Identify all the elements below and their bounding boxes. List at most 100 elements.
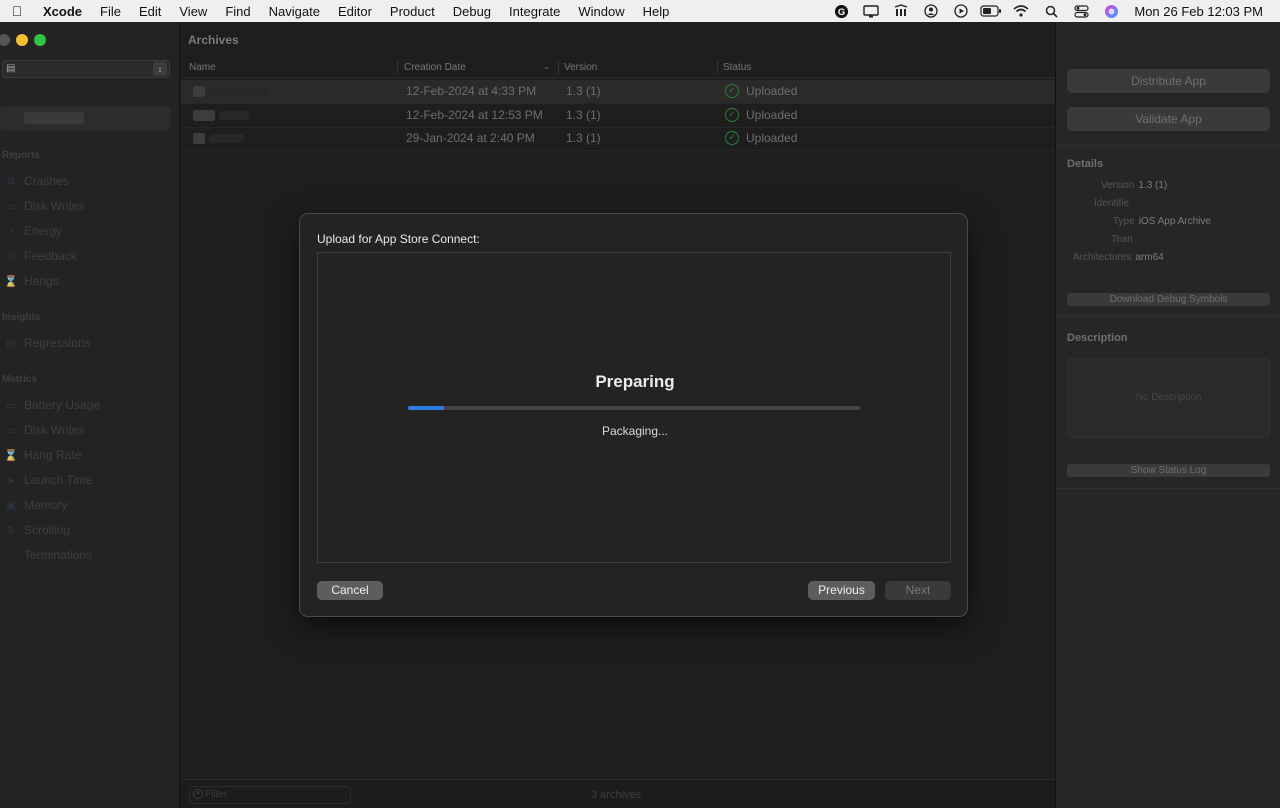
archive-icon: [193, 86, 205, 97]
sidebar-item-disk-writes[interactable]: ▭ Disk Writes: [4, 199, 85, 213]
menu-find[interactable]: Find: [216, 4, 259, 19]
row-divider: [181, 150, 1055, 151]
sidebar-item-memory[interactable]: ▣ Memory: [4, 498, 68, 512]
menu-product[interactable]: Product: [381, 4, 444, 19]
checkmark-circle-icon: ✓: [725, 84, 739, 98]
network-icon[interactable]: [886, 4, 916, 18]
display-icon[interactable]: [856, 4, 886, 18]
window-zoom-button[interactable]: [34, 34, 46, 46]
filter-input[interactable]: ≡ Filter: [189, 786, 351, 804]
column-divider: [717, 60, 718, 74]
document-icon: ▤: [6, 63, 16, 74]
sidebar: ▤ ↕ Reports ⚙ Crashes ▭ Disk Writes ⚡ Energ…: [0, 22, 180, 808]
menu-navigate[interactable]: Navigate: [260, 4, 329, 19]
divider: [1056, 145, 1280, 146]
detail-type: Type iOS App Archive: [1113, 216, 1211, 227]
page-title: Archives: [188, 33, 239, 47]
battery-icon[interactable]: [976, 5, 1006, 17]
table-row[interactable]: 12-Feb-2024 at 12:53 PM 1.3 (1) ✓ Upload…: [181, 104, 1055, 127]
cancel-button[interactable]: Cancel: [317, 581, 383, 600]
column-name[interactable]: Name: [189, 62, 216, 73]
sidebar-item-feedback[interactable]: ✉ Feedback: [4, 249, 76, 263]
detail-version: Version 1.3 (1): [1101, 180, 1168, 191]
sidebar-item-terminations[interactable]: ○ Terminations: [4, 548, 92, 562]
column-version[interactable]: Version: [564, 62, 597, 73]
description-box[interactable]: No Description: [1067, 358, 1270, 438]
disk-icon: ▭: [5, 201, 17, 213]
progress-fill: [408, 406, 445, 410]
sidebar-item-energy[interactable]: ⚡ Energy: [4, 224, 62, 238]
chart-icon: ▤: [5, 338, 17, 350]
crash-icon: ⚙: [6, 176, 16, 188]
previous-button[interactable]: Previous: [808, 581, 875, 600]
battery-icon: ▭: [5, 400, 17, 412]
user-icon[interactable]: [916, 4, 946, 18]
menu-xcode[interactable]: Xcode: [34, 4, 91, 19]
sidebar-item-hangs[interactable]: ⌛ Hangs: [4, 274, 59, 288]
detail-team: Tean: [1111, 234, 1133, 245]
sidebar-item-launch-time[interactable]: ➤ Launch Time: [4, 473, 92, 487]
row-version: 1.3 (1): [566, 108, 601, 122]
svg-text:G: G: [838, 6, 845, 16]
sidebar-section-insights: Insights: [2, 312, 41, 323]
progress-status: Packaging...: [601, 424, 669, 438]
next-button[interactable]: Next: [885, 581, 951, 600]
row-status: Uploaded: [746, 131, 798, 145]
redacted-app-name: [24, 112, 84, 124]
sidebar-item-crashes[interactable]: ⚙ Crashes: [4, 174, 69, 188]
dialog-title: Upload for App Store Connect:: [317, 232, 480, 246]
app-selector[interactable]: ▤ ↕: [2, 60, 170, 78]
column-creation-date[interactable]: Creation Date: [404, 62, 466, 73]
sidebar-item-archives[interactable]: [0, 106, 171, 130]
menu-edit[interactable]: Edit: [130, 4, 170, 19]
sort-chevron-icon[interactable]: ⌄: [543, 62, 550, 71]
preparing-heading: Preparing: [595, 372, 675, 391]
distribute-app-button[interactable]: Distribute App: [1067, 69, 1270, 93]
sidebar-item-metrics-disk-writes[interactable]: ▭ Disk Writes: [4, 423, 85, 437]
menu-debug[interactable]: Debug: [444, 4, 500, 19]
redacted-archive-name: [219, 111, 249, 120]
menu-clock[interactable]: Mon 26 Feb 12:03 PM: [1126, 4, 1280, 19]
menu-view[interactable]: View: [170, 4, 216, 19]
row-status: Uploaded: [746, 84, 798, 98]
menu-integrate[interactable]: Integrate: [500, 4, 569, 19]
energy-icon: ⚡: [7, 226, 15, 238]
control-center-icon[interactable]: [1066, 4, 1096, 18]
window-close-button[interactable]: [0, 34, 10, 46]
filter-placeholder: Filter: [205, 789, 228, 800]
sidebar-item-hang-rate[interactable]: ⌛ Hang Rate: [4, 448, 81, 462]
disk-icon: ▭: [5, 425, 17, 437]
window-minimize-button[interactable]: [16, 34, 28, 46]
validate-app-button[interactable]: Validate App: [1067, 107, 1270, 131]
archive-icon: [193, 110, 215, 121]
terminate-icon: ○: [7, 549, 15, 561]
sidebar-item-scrolling[interactable]: ⇅ Scrolling: [4, 523, 70, 537]
divider: [1056, 488, 1280, 489]
apple-menu-icon[interactable]: : [0, 3, 34, 19]
download-debug-symbols-button[interactable]: Download Debug Symbols: [1067, 293, 1270, 306]
row-version: 1.3 (1): [566, 84, 601, 98]
chevron-updown-icon[interactable]: ↕: [153, 62, 167, 76]
spotlight-search-icon[interactable]: [1036, 5, 1066, 18]
sidebar-section-metrics: Metrics: [2, 374, 38, 385]
menu-file[interactable]: File: [91, 4, 130, 19]
menu-help[interactable]: Help: [634, 4, 679, 19]
play-icon[interactable]: [946, 4, 976, 18]
row-date: 29-Jan-2024 at 2:40 PM: [406, 131, 535, 145]
checkmark-circle-icon: ✓: [725, 131, 739, 145]
redacted-archive-name: [209, 87, 269, 96]
wifi-icon[interactable]: [1006, 5, 1036, 17]
checkmark-circle-icon: ✓: [725, 108, 739, 122]
table-row[interactable]: 29-Jan-2024 at 2:40 PM 1.3 (1) ✓ Uploade…: [181, 127, 1055, 150]
table-row[interactable]: 12-Feb-2024 at 4:33 PM 1.3 (1) ✓ Uploade…: [181, 80, 1055, 103]
redacted-archive-name: [209, 134, 244, 143]
menu-window[interactable]: Window: [569, 4, 633, 19]
menu-editor[interactable]: Editor: [329, 4, 381, 19]
show-status-log-button[interactable]: Show Status Log: [1067, 464, 1270, 477]
sidebar-item-battery-usage[interactable]: ▭ Battery Usage: [4, 398, 100, 412]
sidebar-item-regressions[interactable]: ▤ Regressions: [4, 336, 91, 350]
grammarly-icon[interactable]: G: [826, 4, 856, 19]
column-status[interactable]: Status: [723, 62, 751, 73]
launch-icon: ➤: [6, 475, 16, 487]
siri-icon[interactable]: [1096, 4, 1126, 19]
